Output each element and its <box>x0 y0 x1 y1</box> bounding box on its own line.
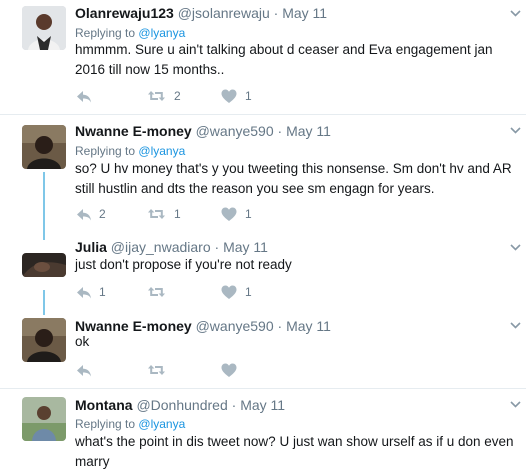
tweet[interactable]: Julia @ijay_nwadiaro · May 11 just don't… <box>0 235 526 310</box>
avatar[interactable] <box>22 397 66 441</box>
reply-count: 2 <box>99 207 106 221</box>
replying-to-prefix: Replying to <box>75 26 136 40</box>
like-icon <box>221 89 237 103</box>
like-button[interactable] <box>221 361 237 379</box>
caret-down-icon[interactable] <box>510 401 522 409</box>
replying-to: Replying to @lyanya <box>75 416 185 432</box>
like-count: 1 <box>245 207 252 221</box>
like-count: 1 <box>245 89 252 103</box>
reply-button[interactable]: 1 <box>75 283 106 301</box>
retweet-icon <box>148 209 165 219</box>
tweet-header: Nwanne E-money @wanye590 · May 11 <box>75 122 331 140</box>
user-handle[interactable]: @jsolanrewaju <box>178 5 270 21</box>
like-button[interactable]: 1 <box>221 87 252 105</box>
user-handle[interactable]: @Donhundred <box>136 397 227 413</box>
retweet-button[interactable] <box>147 361 166 379</box>
tweet-text: just don't propose if you're not ready <box>75 257 292 272</box>
avatar-image <box>22 6 66 50</box>
tweet-header: Montana @Donhundred · May 11 <box>75 396 285 414</box>
caret-down-icon[interactable] <box>510 10 522 18</box>
tweet-header: Olanrewaju123 @jsolanrewaju · May 11 <box>75 4 327 22</box>
user-name[interactable]: Julia <box>75 239 107 255</box>
tweet-header: Julia @ijay_nwadiaro · May 11 <box>75 238 268 256</box>
avatar[interactable] <box>22 125 66 169</box>
replying-to-prefix: Replying to <box>75 417 136 431</box>
avatar-image <box>22 125 66 169</box>
reply-button[interactable]: 2 <box>75 205 106 223</box>
like-count: 1 <box>245 285 252 299</box>
replying-to: Replying to @lyanya <box>75 143 185 159</box>
tweet-text: hmmmm. Sure u ain't talking about d ceas… <box>75 42 493 77</box>
retweet-button[interactable] <box>147 283 166 301</box>
retweet-icon <box>148 287 165 297</box>
retweet-icon <box>148 91 165 101</box>
reply-icon <box>77 91 91 103</box>
like-button[interactable]: 1 <box>221 205 252 223</box>
avatar[interactable] <box>22 318 66 362</box>
reply-icon <box>77 209 91 221</box>
like-icon <box>221 207 237 221</box>
retweet-count: 2 <box>174 89 181 103</box>
tweet[interactable]: Montana @Donhundred · May 11 Replying to… <box>0 389 526 470</box>
reply-count: 1 <box>99 285 106 299</box>
tweet-date[interactable]: May 11 <box>282 5 327 21</box>
retweet-icon <box>148 365 165 375</box>
user-handle[interactable]: @wanye590 <box>196 123 274 139</box>
like-icon <box>221 363 237 377</box>
replying-to-link[interactable]: @lyanya <box>138 26 185 40</box>
replying-to-link[interactable]: @lyanya <box>138 144 185 158</box>
reply-button[interactable] <box>75 87 91 105</box>
avatar[interactable] <box>22 253 66 277</box>
replying-to-prefix: Replying to <box>75 144 136 158</box>
like-button[interactable]: 1 <box>221 283 252 301</box>
avatar[interactable] <box>22 6 66 50</box>
separator-dot: · <box>231 397 237 413</box>
separator-dot: · <box>277 123 283 139</box>
reply-icon <box>77 365 91 377</box>
separator-dot: · <box>273 5 279 21</box>
tweet[interactable]: Nwanne E-money @wanye590 · May 11 ok <box>0 310 526 388</box>
replying-to-link[interactable]: @lyanya <box>138 417 185 431</box>
reply-button[interactable] <box>75 361 91 379</box>
tweet-date[interactable]: May 11 <box>286 123 331 139</box>
avatar-image <box>22 253 66 277</box>
retweet-button[interactable]: 2 <box>147 87 181 105</box>
tweet[interactable]: Olanrewaju123 @jsolanrewaju · May 11 Rep… <box>0 0 526 114</box>
caret-down-icon[interactable] <box>510 322 522 330</box>
caret-down-icon[interactable] <box>510 244 522 252</box>
tweet-text: what's the point in dis tweet now? U jus… <box>75 434 514 469</box>
avatar-image <box>22 318 66 362</box>
tweet-date[interactable]: May 11 <box>223 239 268 255</box>
tweet-text: ok <box>75 334 90 349</box>
caret-down-icon[interactable] <box>510 127 522 135</box>
user-name[interactable]: Olanrewaju123 <box>75 5 174 21</box>
retweet-count: 1 <box>174 207 181 221</box>
reply-icon <box>77 287 91 299</box>
tweet-text: so? U hv money that's y you tweeting thi… <box>75 161 512 196</box>
user-name[interactable]: Montana <box>75 397 133 413</box>
retweet-button[interactable]: 1 <box>147 205 181 223</box>
like-icon <box>221 285 237 299</box>
tweet-date[interactable]: May 11 <box>240 397 285 413</box>
user-handle[interactable]: @ijay_nwadiaro <box>111 239 211 255</box>
separator-dot: · <box>214 239 220 255</box>
replying-to: Replying to @lyanya <box>75 25 185 41</box>
tweet[interactable]: Nwanne E-money @wanye590 · May 11 Replyi… <box>0 115 526 235</box>
user-name[interactable]: Nwanne E-money <box>75 123 192 139</box>
avatar-image <box>22 397 66 441</box>
